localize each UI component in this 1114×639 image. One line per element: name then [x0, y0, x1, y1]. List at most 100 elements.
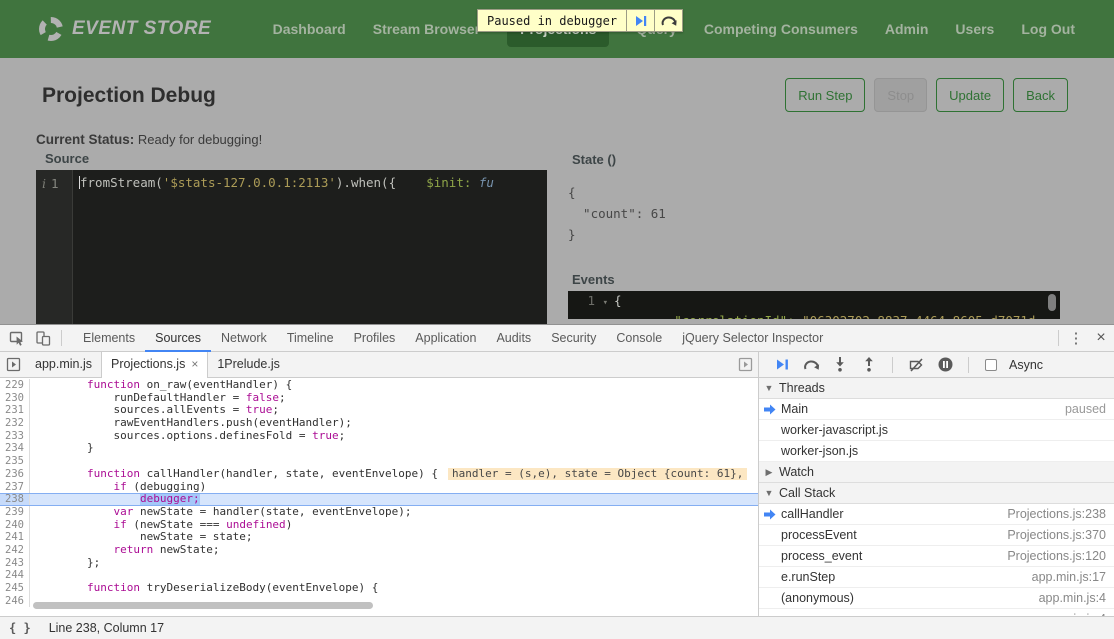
thread-worker-json-js[interactable]: worker-json.js: [759, 441, 1114, 462]
run-step-button[interactable]: Run Step: [785, 78, 865, 112]
devtools-tab-security[interactable]: Security: [541, 325, 606, 352]
code-line-233[interactable]: 233 sources.options.definesFold = true;: [0, 430, 758, 443]
step-over-button[interactable]: [800, 354, 822, 376]
pretty-print-button[interactable]: { }: [9, 621, 31, 635]
line-number[interactable]: 245: [0, 582, 30, 595]
line-number[interactable]: 230: [0, 392, 30, 405]
code-line-231[interactable]: 231 sources.allEvents = true;: [0, 404, 758, 417]
code-line-243[interactable]: 243 };: [0, 557, 758, 570]
line-number[interactable]: 240: [0, 519, 30, 532]
devtools-tab-timeline[interactable]: Timeline: [277, 325, 344, 352]
fold-arrow-icon[interactable]: ▾: [603, 298, 608, 308]
code-horizontal-scrollbar[interactable]: [31, 601, 745, 610]
file-tab-app-min-js[interactable]: app.min.js: [26, 352, 101, 378]
projection-source-editor[interactable]: i1 fromStream('$stats-127.0.0.1:2113').w…: [36, 170, 547, 324]
step-out-button[interactable]: [858, 354, 880, 376]
thread-worker-javascript-js[interactable]: worker-javascript.js: [759, 420, 1114, 441]
resume-icon: [635, 15, 647, 27]
code-line-241[interactable]: 241 newState = state;: [0, 531, 758, 544]
line-number[interactable]: 242: [0, 544, 30, 557]
line-number[interactable]: 244: [0, 569, 30, 582]
line-number[interactable]: 238: [0, 494, 30, 505]
code-line-239[interactable]: 239 var newState = handler(state, eventE…: [0, 506, 758, 519]
line-number[interactable]: 236: [0, 468, 30, 481]
watch-section-header[interactable]: ▶ Watch: [759, 462, 1114, 483]
line-number[interactable]: 237: [0, 481, 30, 494]
line-number[interactable]: 243: [0, 557, 30, 570]
source-line-number: 1: [51, 176, 59, 191]
threads-section-header[interactable]: ▼ Threads: [759, 378, 1114, 399]
devtools-tab-jquery-selector-inspector[interactable]: jQuery Selector Inspector: [672, 325, 833, 352]
line-number[interactable]: 235: [0, 455, 30, 468]
devtools-tab-network[interactable]: Network: [211, 325, 277, 352]
debugger-controls: Async: [758, 352, 1114, 378]
nav-item-admin[interactable]: Admin: [885, 21, 929, 37]
eventstore-logo[interactable]: EVENT STORE: [39, 17, 211, 41]
line-number[interactable]: 229: [0, 379, 30, 392]
nav-item-competing-consumers[interactable]: Competing Consumers: [704, 21, 858, 37]
code-line-232[interactable]: 232 rawEventHandlers.push(eventHandler);: [0, 417, 758, 430]
code-line-240[interactable]: 240 if (newState === undefined): [0, 519, 758, 532]
horizontal-scrollbar-thumb[interactable]: [33, 602, 373, 609]
step-into-button[interactable]: [829, 354, 851, 376]
devtools-tab-sources[interactable]: Sources: [145, 325, 211, 352]
devtools-close-button[interactable]: ×: [1088, 329, 1114, 347]
line-number[interactable]: 239: [0, 506, 30, 519]
stack-frame-callhandler[interactable]: callHandlerProjections.js:238: [759, 504, 1114, 525]
code-line-236[interactable]: 236 function callHandler(handler, state,…: [0, 468, 758, 481]
stack-frame-process-event[interactable]: process_eventProjections.js:120: [759, 546, 1114, 567]
devtools-tab-application[interactable]: Application: [405, 325, 486, 352]
code-line-229[interactable]: 229 function on_raw(eventHandler) {: [0, 379, 758, 392]
thread-main[interactable]: Mainpaused: [759, 399, 1114, 420]
line-number[interactable]: 246: [0, 595, 30, 608]
line-number[interactable]: 233: [0, 430, 30, 443]
async-checkbox[interactable]: [985, 359, 997, 371]
code-line-235[interactable]: 235: [0, 455, 758, 468]
inspect-element-button[interactable]: [4, 325, 30, 351]
code-line-237[interactable]: 237 if (debugging): [0, 481, 758, 494]
banner-resume-button[interactable]: [626, 10, 654, 31]
cursor-position: Line 238, Column 17: [49, 621, 164, 635]
nav-item-stream-browser[interactable]: Stream Browser: [373, 21, 480, 37]
stack-frame-e-runstep[interactable]: e.runStepapp.min.js:17: [759, 567, 1114, 588]
stop-button[interactable]: Stop: [874, 78, 927, 112]
toggle-device-toolbar-button[interactable]: [30, 325, 56, 351]
close-tab-icon[interactable]: ×: [191, 357, 198, 371]
devtools-tab-console[interactable]: Console: [606, 325, 672, 352]
update-button[interactable]: Update: [936, 78, 1004, 112]
events-editor[interactable]: 1 ▾ { "correlationId": "06302702-8837-44…: [568, 291, 1060, 319]
stack-frame-processevent[interactable]: processEventProjections.js:370: [759, 525, 1114, 546]
devtools-tab-profiles[interactable]: Profiles: [344, 325, 406, 352]
events-gutter-line1[interactable]: 1 ▾: [568, 291, 614, 311]
resume-script-button[interactable]: [771, 354, 793, 376]
callstack-section-header[interactable]: ▼ Call Stack: [759, 483, 1114, 504]
stack-frame-anonymous[interactable]: (anonymous)app.min.js:4: [759, 588, 1114, 609]
line-number[interactable]: 241: [0, 531, 30, 544]
devtools-tab-elements[interactable]: Elements: [73, 325, 145, 352]
line-number[interactable]: 231: [0, 404, 30, 417]
nav-item-log-out[interactable]: Log Out: [1021, 21, 1075, 37]
nav-item-dashboard[interactable]: Dashboard: [273, 21, 346, 37]
devtools-menu-button[interactable]: ⋮: [1064, 329, 1088, 347]
pause-on-exceptions-button[interactable]: [934, 354, 956, 376]
code-line-245[interactable]: 245 function tryDeserializeBody(eventEnv…: [0, 582, 758, 595]
nav-item-users[interactable]: Users: [955, 21, 994, 37]
banner-step-over-button[interactable]: [654, 10, 682, 31]
file-tab-projections-js[interactable]: Projections.js×: [101, 352, 208, 378]
devtools-tab-audits[interactable]: Audits: [486, 325, 541, 352]
line-number[interactable]: 232: [0, 417, 30, 430]
code-line-244[interactable]: 244: [0, 569, 758, 582]
code-line-242[interactable]: 242 return newState;: [0, 544, 758, 557]
deactivate-breakpoints-button[interactable]: [905, 354, 927, 376]
source-code-pane[interactable]: 229 function on_raw(eventHandler) {230 r…: [0, 379, 758, 616]
line-number[interactable]: 234: [0, 442, 30, 455]
code-line-234[interactable]: 234 }: [0, 442, 758, 455]
code-line-230[interactable]: 230 runDefaultHandler = false;: [0, 392, 758, 405]
toggle-debugger-sidebar-button[interactable]: [732, 352, 758, 378]
events-scrollbar-thumb[interactable]: [1048, 294, 1056, 311]
stack-frame-r[interactable]: rapp.min.js:4: [759, 609, 1114, 616]
back-button[interactable]: Back: [1013, 78, 1068, 112]
show-navigator-button[interactable]: [0, 352, 26, 378]
file-tab-1prelude-js[interactable]: 1Prelude.js: [208, 352, 289, 378]
code-line-238[interactable]: 238 debugger;: [0, 493, 758, 506]
